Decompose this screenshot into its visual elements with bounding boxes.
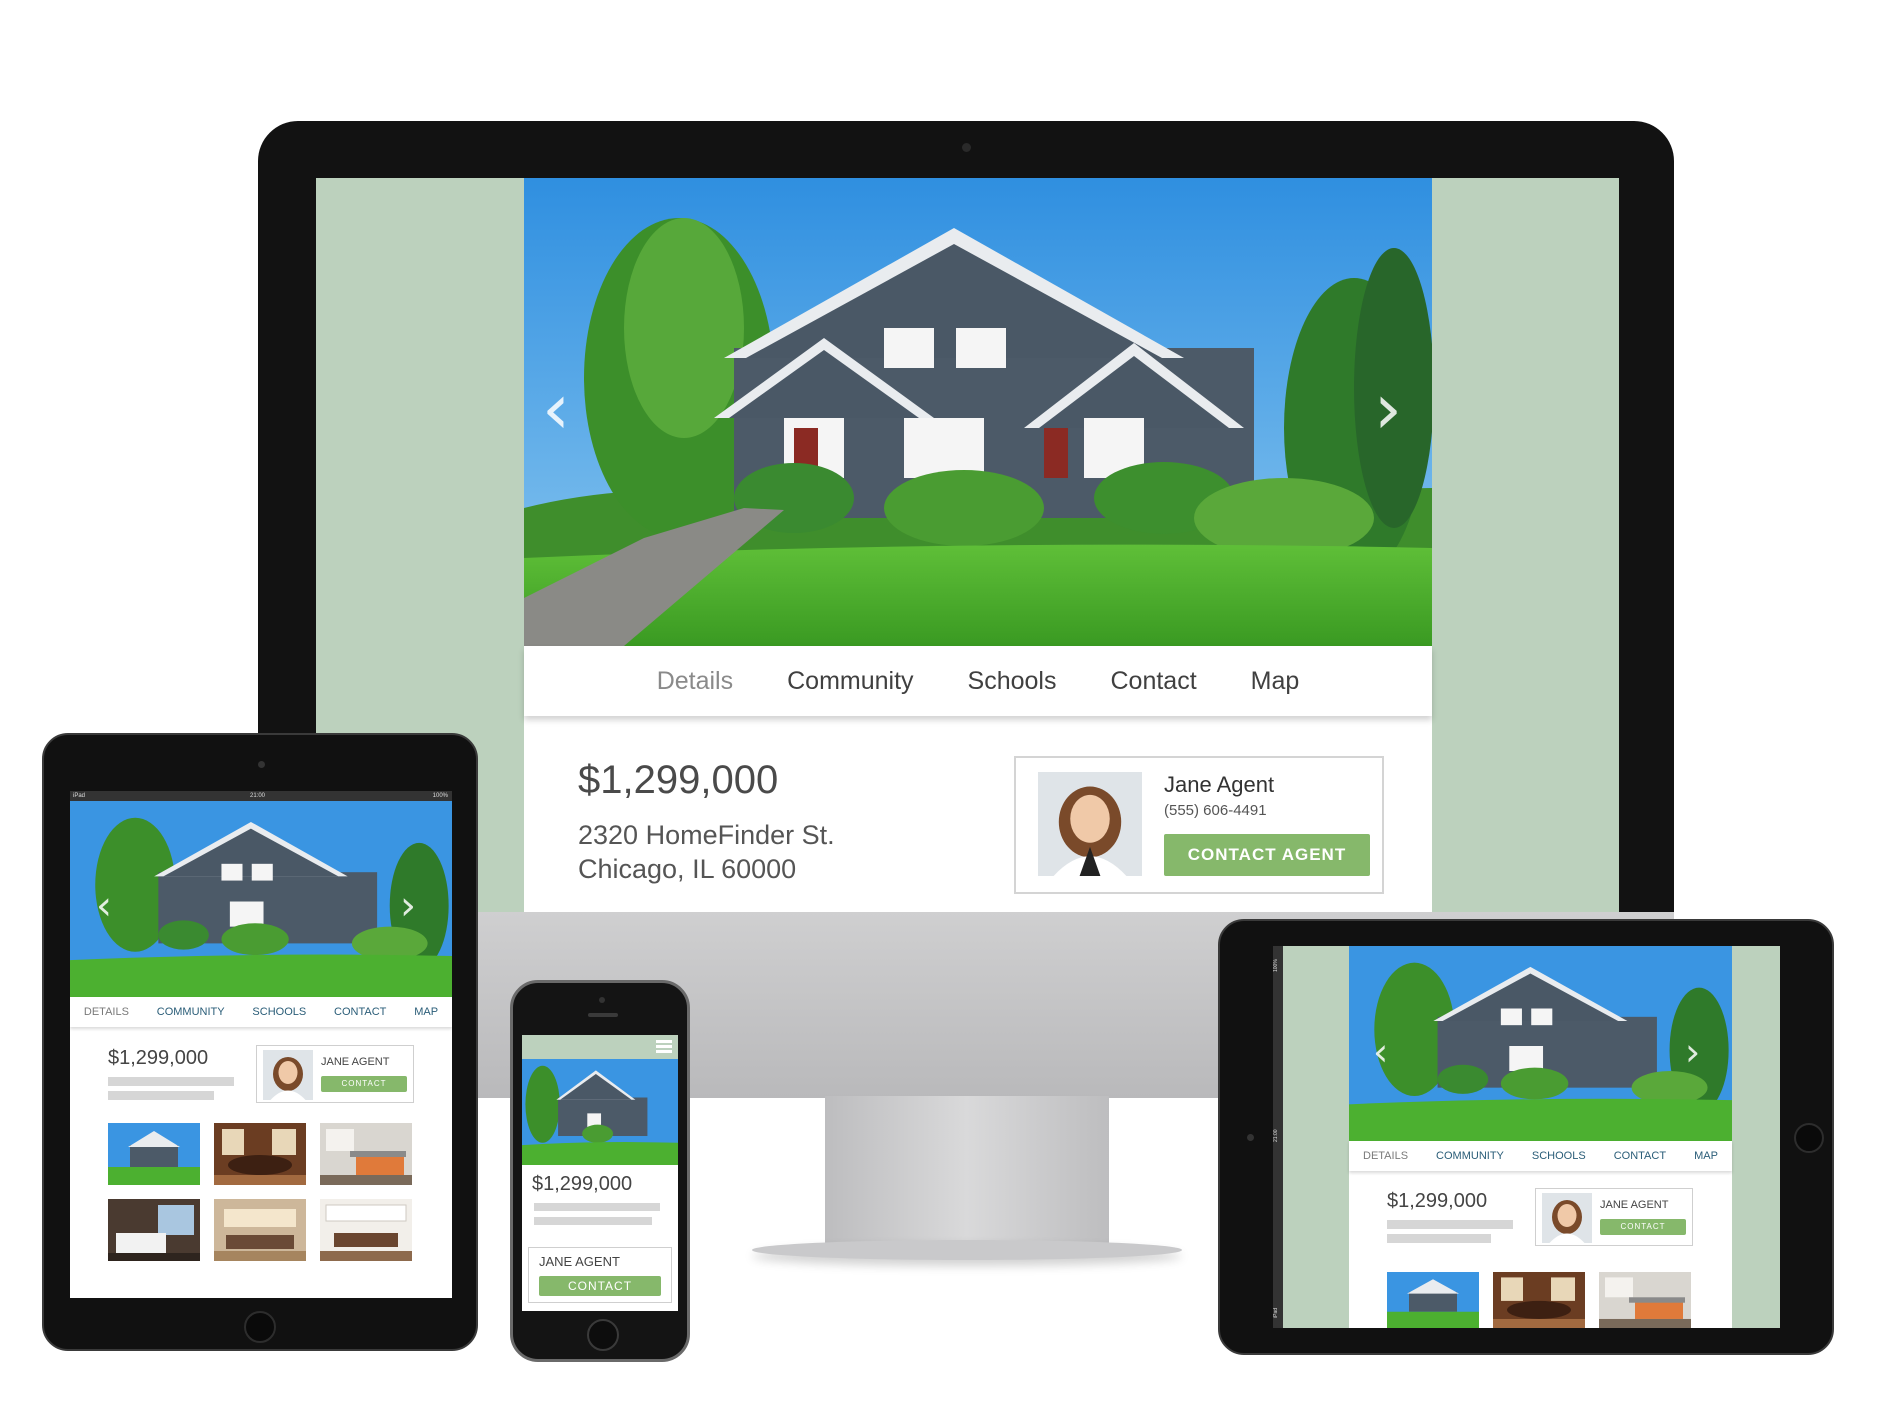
gallery-thumbnail-bedroom[interactable]	[320, 1123, 412, 1185]
iphone-home-button[interactable]	[587, 1319, 619, 1351]
placeholder-line	[534, 1217, 652, 1225]
mobile-header	[522, 1035, 678, 1059]
tab-community[interactable]: COMMUNITY	[157, 1006, 225, 1018]
ipad-landscape-screen: 100% 21:00 iPad ‹ › DETAILS COMMUNITY SC…	[1273, 946, 1780, 1328]
imac-screen: ‹ › Details Community Schools Contact Ma…	[316, 178, 1619, 912]
ipad-camera	[1247, 1134, 1254, 1141]
tab-community[interactable]: Community	[787, 667, 913, 696]
listing-tabs: DETAILS COMMUNITY SCHOOLS CONTACT MAP	[70, 997, 452, 1027]
agent-card: JANE AGENT CONTACT	[528, 1247, 672, 1303]
gallery-thumbnail-exterior[interactable]	[1387, 1272, 1479, 1328]
listing-page: ‹ › Details Community Schools Contact Ma…	[524, 178, 1432, 912]
chevron-left-icon[interactable]: ‹	[542, 368, 570, 450]
tab-map[interactable]: MAP	[1694, 1150, 1718, 1162]
placeholder-line	[1387, 1234, 1491, 1243]
hero-house-photo	[522, 1059, 678, 1165]
tab-community[interactable]: COMMUNITY	[1436, 1150, 1504, 1162]
status-time: 21:00	[1273, 1129, 1279, 1142]
status-battery: 100%	[432, 793, 448, 799]
tab-contact[interactable]: CONTACT	[334, 1006, 386, 1018]
iphone-screen: $1,299,000 JANE AGENT CONTACT	[522, 1035, 678, 1311]
listing-price: $1,299,000	[578, 758, 779, 802]
ipad-status-bar: iPad 21:00 100%	[70, 791, 452, 801]
agent-name: Jane Agent	[1164, 772, 1275, 797]
agent-name: JANE AGENT	[321, 1056, 390, 1068]
gallery-thumbnail-bedroom[interactable]	[1599, 1272, 1691, 1328]
iphone-speaker	[588, 1013, 618, 1017]
gallery-thumbnail-kitchen[interactable]	[320, 1199, 412, 1261]
gallery-thumbnail-exterior[interactable]	[108, 1123, 200, 1185]
agent-name: JANE AGENT	[539, 1254, 620, 1269]
listing-address-line1: 2320 HomeFinder St.	[578, 820, 835, 850]
gallery-thumbnail-master-bedroom[interactable]	[108, 1199, 200, 1261]
ipad-status-bar: 100% 21:00 iPad	[1273, 946, 1283, 1328]
listing-price: $1,299,000	[108, 1047, 209, 1069]
iphone-camera	[599, 997, 605, 1003]
chevron-right-icon[interactable]: ›	[1685, 1030, 1700, 1074]
contact-agent-button[interactable]: CONTACT	[321, 1076, 407, 1092]
gallery-thumbnail-dining[interactable]	[214, 1123, 306, 1185]
hero-house-photo	[70, 801, 452, 997]
agent-card: JANE AGENT CONTACT	[1535, 1188, 1693, 1246]
placeholder-line	[108, 1077, 234, 1086]
chevron-right-icon[interactable]: ›	[1374, 368, 1402, 450]
placeholder-line	[108, 1091, 214, 1100]
tab-schools[interactable]: Schools	[968, 667, 1057, 696]
hamburger-menu-icon[interactable]	[656, 1040, 672, 1053]
tab-contact[interactable]: CONTACT	[1614, 1150, 1666, 1162]
placeholder-line	[534, 1203, 660, 1211]
tab-contact[interactable]: Contact	[1110, 667, 1196, 696]
status-time: 21:00	[250, 793, 266, 799]
chevron-right-icon[interactable]: ›	[400, 883, 416, 929]
status-carrier: iPad	[1273, 1307, 1279, 1318]
status-carrier: iPad	[73, 793, 86, 799]
tab-schools[interactable]: SCHOOLS	[252, 1006, 306, 1018]
contact-agent-button[interactable]: CONTACT	[539, 1276, 661, 1296]
gallery-thumbnail-dining[interactable]	[1493, 1272, 1585, 1328]
tab-details[interactable]: DETAILS	[1363, 1150, 1408, 1162]
listing-price: $1,299,000	[1387, 1190, 1488, 1212]
ipad-portrait-screen: iPad 21:00 100% ‹ › DETAILS COMMUNITY SC…	[70, 791, 452, 1298]
status-battery: 100%	[1273, 959, 1279, 972]
agent-name: JANE AGENT	[1600, 1199, 1669, 1211]
listing-page: ‹ › DETAILS COMMUNITY SCHOOLS CONTACT MA…	[1349, 946, 1732, 1328]
listing-price: $1,299,000	[532, 1173, 633, 1195]
chevron-left-icon[interactable]: ‹	[96, 883, 112, 929]
agent-card: Jane Agent (555) 606-4491 CONTACT AGENT	[1014, 756, 1384, 894]
agent-card: JANE AGENT CONTACT	[256, 1045, 414, 1103]
listing-address-line2: Chicago, IL 60000	[578, 854, 797, 884]
contact-agent-button[interactable]: CONTACT AGENT	[1164, 834, 1370, 876]
tab-map[interactable]: Map	[1251, 667, 1300, 696]
ipad-camera	[258, 761, 265, 768]
ipad-home-button[interactable]	[1794, 1123, 1824, 1153]
contact-agent-button[interactable]: CONTACT	[1600, 1219, 1686, 1235]
gallery-thumbnail-living-room[interactable]	[214, 1199, 306, 1261]
imac-stand	[825, 1096, 1109, 1256]
agent-phone: (555) 606-4491	[1164, 802, 1267, 819]
chevron-left-icon[interactable]: ‹	[1373, 1030, 1388, 1074]
agent-avatar	[1542, 1193, 1592, 1243]
agent-avatar	[1038, 772, 1142, 876]
listing-tabs: DETAILS COMMUNITY SCHOOLS CONTACT MAP	[1349, 1141, 1732, 1171]
imac-base	[752, 1240, 1182, 1260]
tab-details[interactable]: DETAILS	[84, 1006, 129, 1018]
tab-details[interactable]: Details	[657, 667, 733, 696]
listing-tabs: Details Community Schools Contact Map	[524, 646, 1432, 716]
tab-schools[interactable]: SCHOOLS	[1532, 1150, 1586, 1162]
hero-house-photo	[1349, 946, 1732, 1141]
ipad-home-button[interactable]	[244, 1311, 276, 1343]
hero-house-photo	[524, 178, 1432, 646]
tab-map[interactable]: MAP	[414, 1006, 438, 1018]
agent-avatar	[263, 1050, 313, 1100]
imac-camera	[962, 143, 971, 152]
placeholder-line	[1387, 1220, 1513, 1229]
